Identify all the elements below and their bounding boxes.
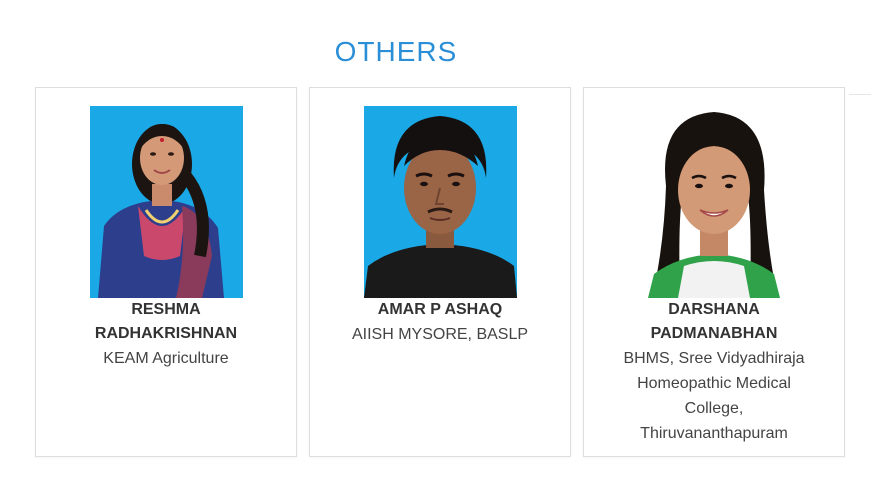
student-name-line1: AMAR P ASHAQ [377, 301, 503, 318]
student-achievement: KEAM Agriculture [103, 350, 229, 367]
student-achievement-line2: Homeopathic Medical [637, 375, 791, 392]
profile-card: DARSHANA PADMANABHAN BHMS, Sree Vidyadhi… [583, 87, 845, 457]
student-achievement: AIISH MYSORE, BASLP [351, 326, 529, 343]
student-achievement-line3: College, [684, 400, 744, 417]
profile-photo [89, 106, 243, 298]
student-name-line1: DARSHANA [668, 301, 760, 318]
profile-card: RESHMA RADHAKRISHNAN KEAM Agriculture [35, 87, 297, 457]
profile-photo [363, 106, 517, 298]
others-section: OTHERS RESHMA RADHAKRISHNAN KEAM Agricul… [0, 0, 871, 480]
section-title: OTHERS [334, 36, 458, 67]
student-name-line2: PADMANABHAN [650, 325, 778, 342]
student-name-line1: RESHMA [131, 301, 201, 318]
student-achievement-line1: BHMS, Sree Vidyadhiraja [623, 350, 805, 367]
profile-card: AMAR P ASHAQ AIISH MYSORE, BASLP [309, 87, 571, 457]
divider-line [849, 94, 871, 95]
student-achievement-line4: Thiruvananthapuram [640, 425, 788, 442]
student-name-line2: RADHAKRISHNAN [94, 325, 238, 342]
profile-photo [637, 106, 791, 298]
